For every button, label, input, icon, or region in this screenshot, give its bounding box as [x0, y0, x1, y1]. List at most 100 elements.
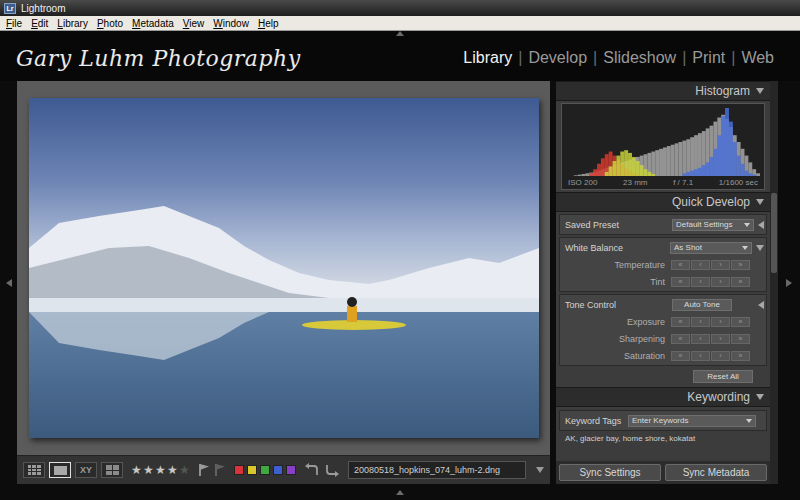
- histogram-bar: [706, 162, 710, 176]
- expand-left-icon[interactable]: [6, 279, 12, 287]
- step-button[interactable]: «: [671, 317, 690, 327]
- menu-item[interactable]: Window: [213, 18, 249, 29]
- star[interactable]: ★: [143, 463, 154, 477]
- center-panel: XY★★★★★20080518_hopkins_074_luhm-2.dng: [17, 81, 550, 484]
- keywords-field[interactable]: AK, glacier bay, home shore, kokatat: [559, 431, 767, 446]
- star-rating[interactable]: ★★★★★: [131, 463, 190, 477]
- histogram-bar: [593, 169, 597, 176]
- menu-item[interactable]: Edit: [31, 18, 48, 29]
- collapse-icon[interactable]: [756, 199, 764, 205]
- qd-dropdown[interactable]: As Shot: [670, 242, 752, 254]
- qd-dropdown[interactable]: Default Settings: [672, 219, 754, 231]
- collapse-icon[interactable]: [756, 394, 764, 400]
- step-button[interactable]: ‹: [691, 334, 710, 344]
- menu-item[interactable]: Help: [258, 18, 279, 29]
- step-button[interactable]: »: [731, 277, 750, 287]
- loupe-view-button[interactable]: [49, 462, 71, 478]
- module-tab[interactable]: Web: [741, 49, 774, 67]
- color-label[interactable]: [273, 465, 283, 475]
- survey-icon: [106, 465, 119, 475]
- module-tab[interactable]: Print: [692, 49, 725, 67]
- histogram-bar: [609, 166, 613, 176]
- histogram-bar: [744, 171, 748, 176]
- histogram-bar: [655, 176, 659, 177]
- scroll-thumb[interactable]: [771, 193, 777, 273]
- collapse-icon[interactable]: [756, 88, 764, 94]
- step-button[interactable]: «: [671, 351, 690, 361]
- color-label[interactable]: [286, 465, 296, 475]
- histogram-bar: [655, 150, 659, 176]
- menu-item[interactable]: Library: [57, 18, 88, 29]
- keyword-mode-dropdown[interactable]: Enter Keywords: [628, 415, 756, 427]
- histogram-bar: [702, 131, 706, 176]
- rotate-right-icon[interactable]: [324, 463, 340, 477]
- step-button[interactable]: ›: [711, 351, 730, 361]
- quick-develop-header[interactable]: Quick Develop: [556, 192, 770, 212]
- step-button[interactable]: ‹: [691, 260, 710, 270]
- expand-icon[interactable]: [758, 221, 764, 229]
- histogram-bar: [682, 141, 686, 176]
- star[interactable]: ★: [155, 463, 166, 477]
- color-label[interactable]: [234, 465, 244, 475]
- step-button[interactable]: ›: [711, 317, 730, 327]
- histogram-bar: [582, 176, 586, 177]
- rotate-left-icon[interactable]: [304, 463, 320, 477]
- pick-flag-icon[interactable]: [198, 463, 210, 477]
- step-button[interactable]: ›: [711, 334, 730, 344]
- expand-icon[interactable]: [758, 301, 764, 309]
- module-tab[interactable]: Library: [463, 49, 512, 67]
- step-button[interactable]: «: [671, 334, 690, 344]
- panel-scrollbar[interactable]: [770, 81, 778, 484]
- photo[interactable]: [29, 98, 539, 438]
- step-button[interactable]: »: [731, 334, 750, 344]
- histogram-bar: [659, 176, 663, 177]
- sync-button[interactable]: Sync Settings: [559, 464, 661, 481]
- histogram-bar: [624, 176, 628, 177]
- menu-item[interactable]: Photo: [97, 18, 123, 29]
- keywording-header[interactable]: Keywording: [556, 387, 770, 407]
- qd-button[interactable]: Auto Tone: [672, 299, 732, 311]
- histogram-bar: [613, 161, 617, 176]
- star[interactable]: ★: [179, 463, 190, 477]
- histogram-header[interactable]: Histogram: [556, 81, 770, 101]
- reset-all-button[interactable]: Reset All: [693, 370, 753, 383]
- toolbar-menu-icon[interactable]: [536, 467, 544, 473]
- compare-view-button[interactable]: XY: [75, 462, 97, 478]
- step-button[interactable]: «: [671, 277, 690, 287]
- step-button[interactable]: ›: [711, 260, 730, 270]
- grid-view-button[interactable]: [23, 462, 45, 478]
- expand-filmstrip-icon[interactable]: [396, 490, 404, 495]
- collapse-right-icon[interactable]: [786, 279, 792, 287]
- star[interactable]: ★: [131, 463, 142, 477]
- histogram-bar: [566, 176, 570, 177]
- step-button[interactable]: ‹: [691, 351, 710, 361]
- histogram-bar: [605, 176, 609, 177]
- histogram-bar: [744, 156, 748, 176]
- color-label[interactable]: [247, 465, 257, 475]
- star[interactable]: ★: [167, 463, 178, 477]
- menu-item[interactable]: Metadata: [132, 18, 174, 29]
- expand-icon[interactable]: [756, 245, 764, 251]
- menu-item[interactable]: File: [6, 18, 22, 29]
- menu-item[interactable]: View: [183, 18, 205, 29]
- module-tab[interactable]: Develop: [528, 49, 587, 67]
- step-button[interactable]: »: [731, 351, 750, 361]
- collapse-top-icon[interactable]: [396, 31, 404, 36]
- step-button[interactable]: »: [731, 317, 750, 327]
- step-button[interactable]: ‹: [691, 277, 710, 287]
- module-separator: |: [518, 49, 522, 67]
- main-area: XY★★★★★20080518_hopkins_074_luhm-2.dngHi…: [0, 81, 800, 484]
- exif-value: ISO 200: [568, 178, 597, 187]
- histogram-bar: [737, 142, 741, 176]
- step-button[interactable]: «: [671, 260, 690, 270]
- filename-field[interactable]: 20080518_hopkins_074_luhm-2.dng: [348, 461, 526, 479]
- step-button[interactable]: ‹: [691, 317, 710, 327]
- color-label[interactable]: [260, 465, 270, 475]
- reject-flag-icon[interactable]: [214, 463, 226, 477]
- step-button[interactable]: »: [731, 260, 750, 270]
- step-button[interactable]: ›: [711, 277, 730, 287]
- sync-button[interactable]: Sync Metadata: [665, 464, 767, 481]
- survey-view-button[interactable]: [101, 462, 123, 478]
- module-tab[interactable]: Slideshow: [603, 49, 676, 67]
- top-panel: Gary Luhm PhotographyLibrary|Develop|Sli…: [0, 31, 800, 81]
